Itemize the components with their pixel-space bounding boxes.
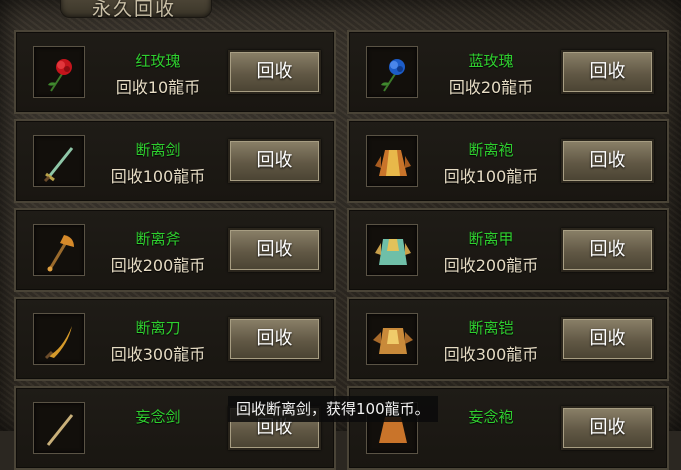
item-row-4: 断离斧 回收200龍币 回收 <box>14 208 336 292</box>
item-name: 断离剑 <box>135 141 181 159</box>
item-slot[interactable] <box>33 402 85 454</box>
recycle-button[interactable]: 回收 <box>561 228 654 272</box>
item-name: 断离刀 <box>135 319 181 337</box>
blue-rose-icon <box>381 59 405 92</box>
item-slot[interactable] <box>33 224 85 276</box>
item-price: 回收300龍币 <box>110 345 206 364</box>
item-slot[interactable] <box>366 313 418 365</box>
sword-icon <box>46 414 74 446</box>
item-price: 回收100龍币 <box>443 167 539 186</box>
item-name: 妄念袍 <box>468 408 514 426</box>
item-grid: 红玫瑰 回收10龍币 回收 蓝玫瑰 回收20龍币 回收 断离剑 回收100龍币 … <box>14 30 673 470</box>
item-name: 断离袍 <box>468 141 514 159</box>
item-row-0: 红玫瑰 回收10龍币 回收 <box>14 30 336 114</box>
item-price: 回收100龍币 <box>110 167 206 186</box>
item-name: 蓝玫瑰 <box>468 52 514 70</box>
toast-message: 回收断离剑，获得100龍币。 <box>228 396 438 422</box>
item-name: 妄念剑 <box>135 408 181 426</box>
item-price: 回收200龍币 <box>443 256 539 275</box>
blade-icon <box>44 326 72 360</box>
sword-icon <box>43 147 74 183</box>
recycle-button[interactable]: 回收 <box>228 317 321 361</box>
item-name: 断离甲 <box>468 230 514 248</box>
recycle-button[interactable]: 回收 <box>228 228 321 272</box>
item-slot[interactable] <box>366 135 418 187</box>
recycle-button[interactable]: 回收 <box>228 139 321 183</box>
item-slot[interactable] <box>33 135 85 187</box>
item-slot[interactable] <box>366 224 418 276</box>
item-name: 断离斧 <box>135 230 181 248</box>
recycle-button[interactable]: 回收 <box>228 50 321 94</box>
item-row-3: 断离袍 回收100龍币 回收 <box>347 119 669 203</box>
mail-armor-icon <box>373 328 413 354</box>
axe-icon <box>47 235 74 272</box>
item-slot[interactable] <box>366 46 418 98</box>
recycle-button[interactable]: 回收 <box>561 139 654 183</box>
item-row-7: 断离铠 回收300龍币 回收 <box>347 297 669 381</box>
recycle-button[interactable]: 回收 <box>561 50 654 94</box>
item-price: 回收200龍币 <box>110 256 206 275</box>
item-name: 断离铠 <box>468 319 514 337</box>
item-row-1: 蓝玫瑰 回收20龍币 回收 <box>347 30 669 114</box>
panel-title: 永久回收 <box>92 0 177 20</box>
item-price: 回收10龍币 <box>115 78 201 97</box>
item-row-2: 断离剑 回收100龍币 回收 <box>14 119 336 203</box>
item-slot[interactable] <box>33 46 85 98</box>
red-rose-icon <box>48 59 72 92</box>
item-row-5: 断离甲 回收200龍币 回收 <box>347 208 669 292</box>
recycle-panel: 永久回收 红玫瑰 回收10龍币 回收 蓝玫瑰 回收20龍币 回收 断离剑 回收1… <box>0 0 681 470</box>
recycle-button[interactable]: 回收 <box>561 317 654 361</box>
robe-icon <box>375 150 411 176</box>
item-price: 回收300龍币 <box>443 345 539 364</box>
item-row-6: 断离刀 回收300龍币 回收 <box>14 297 336 381</box>
recycle-button[interactable]: 回收 <box>561 406 654 450</box>
item-name: 红玫瑰 <box>135 52 181 70</box>
item-slot[interactable] <box>33 313 85 365</box>
armor-icon <box>375 239 411 265</box>
item-price: 回收20龍币 <box>448 78 534 97</box>
